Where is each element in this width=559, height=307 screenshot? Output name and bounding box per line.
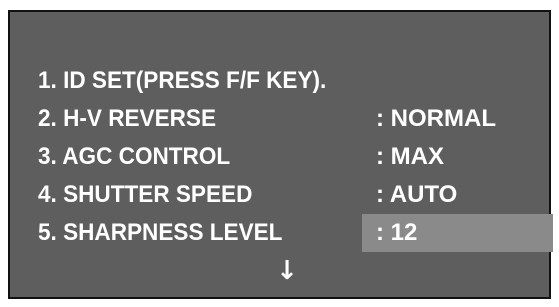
menu-item-shutter-speed[interactable]: 4. SHUTTER SPEED : AUTO [10, 176, 549, 214]
menu-item-label: 3. AGC CONTROL [38, 143, 231, 170]
menu-item-h-v-reverse[interactable]: 2. H-V REVERSE : NORMAL [10, 100, 549, 138]
menu-item-id-set[interactable]: 1. ID SET(PRESS F/F KEY). [10, 62, 549, 100]
osd-menu-screen: 1. ID SET(PRESS F/F KEY). 2. H-V REVERSE… [8, 10, 553, 299]
menu-item-label: 1. ID SET(PRESS F/F KEY). [38, 67, 327, 94]
menu-item-value: : MAX [376, 143, 444, 170]
arrow-down-icon[interactable]: ↓ [272, 254, 302, 288]
menu-item-label: 2. H-V REVERSE [38, 105, 217, 132]
menu-item-label: 4. SHUTTER SPEED [38, 181, 253, 208]
menu-item-value: : NORMAL [376, 105, 496, 132]
selected-value-highlight[interactable]: : 12 [362, 214, 553, 252]
menu-item-value: : AUTO [376, 181, 458, 208]
menu-item-label: 5. SHARPNESS LEVEL [38, 219, 283, 246]
menu-item-agc-control[interactable]: 3. AGC CONTROL : MAX [10, 138, 549, 176]
menu-item-sharpness-level[interactable]: 5. SHARPNESS LEVEL : 12 [10, 214, 553, 252]
